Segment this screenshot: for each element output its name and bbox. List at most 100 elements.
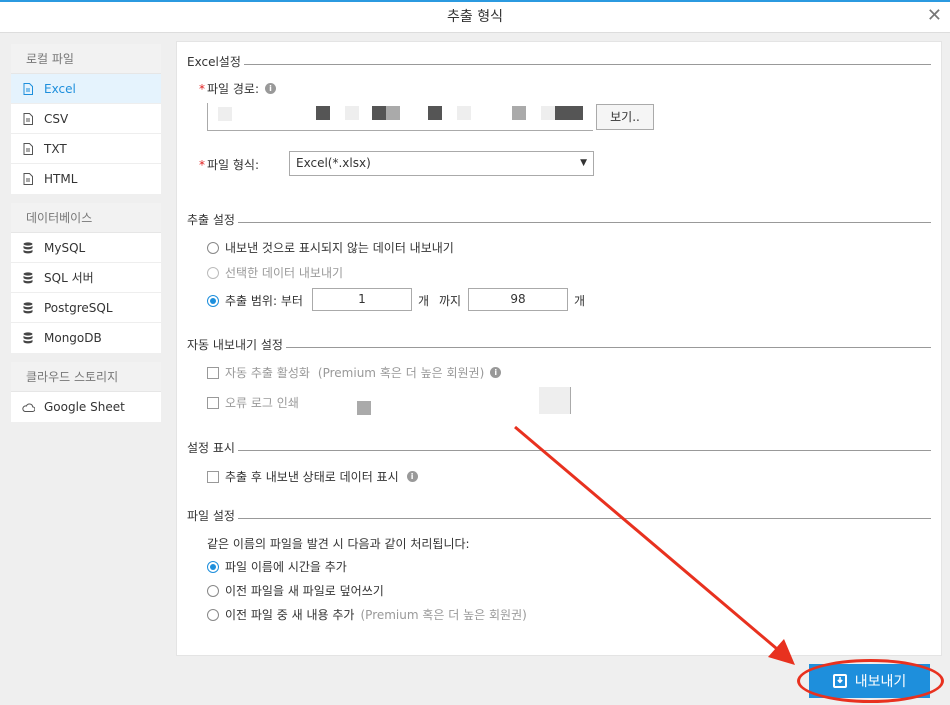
checkbox[interactable] <box>207 396 219 409</box>
range-to-input[interactable]: 98 <box>468 288 568 311</box>
export-label: 내보내기 <box>854 674 907 690</box>
sidebar-item-label: HTML <box>44 172 78 186</box>
redacted-path <box>316 106 330 120</box>
redacted-path <box>512 106 526 120</box>
sidebar-item-postgresql[interactable]: PostgreSQL <box>11 293 161 323</box>
sidebar-item-label: MySQL <box>44 240 86 255</box>
file-option-append[interactable]: 이전 파일 중 새 내용 추가 (Premium 혹은 더 높은 회원권) <box>207 606 527 623</box>
dialog-title: 추출 형식 <box>447 9 503 25</box>
section-title: 파일 설정 <box>187 508 235 523</box>
database-icon <box>21 331 35 345</box>
option-label: 파일 이름에 시간을 추가 <box>225 560 347 574</box>
export-button[interactable]: 내보내기 <box>809 664 930 698</box>
settings-panel: Excel설정 * 파일 경로: i 보기.. * 파일 형식: Excel(*… <box>176 41 942 656</box>
extract-option-unexported[interactable]: 내보낸 것으로 표시되지 않는 데이터 내보내기 <box>207 239 454 256</box>
sidebar-item-label: SQL 서버 <box>44 270 94 285</box>
browse-button[interactable]: 보기.. <box>596 104 654 130</box>
radio-button[interactable] <box>207 294 219 307</box>
option-label: 내보낸 것으로 표시되지 않는 데이터 내보내기 <box>225 241 454 255</box>
redacted-path <box>345 106 359 120</box>
section-title: 자동 내보내기 설정 <box>187 337 283 352</box>
sidebar-item-mysql[interactable]: MySQL <box>11 233 161 263</box>
file-format-select[interactable]: Excel(*.xlsx) ▼ <box>289 151 594 176</box>
database-icon <box>21 241 35 255</box>
file-icon <box>21 82 35 96</box>
divider <box>285 347 931 348</box>
sidebar-item-label: TXT <box>44 141 67 156</box>
export-icon <box>832 674 847 688</box>
radio-button[interactable] <box>207 560 219 573</box>
sidebar-item-label: CSV <box>44 111 69 126</box>
sidebar-item-label: Google Sheet <box>44 400 125 414</box>
file-format-label-row: * 파일 형식: <box>199 156 259 173</box>
info-icon[interactable]: i <box>406 471 418 482</box>
file-icon <box>21 142 35 156</box>
file-option-add-time[interactable]: 파일 이름에 시간을 추가 <box>207 558 347 575</box>
database-group: 데이터베이스 MySQL SQL 서버 PostgreSQL MongoDB <box>11 203 161 353</box>
premium-note: (Premium 혹은 더 높은 회원권) <box>317 366 485 380</box>
range-from-input[interactable]: 1 <box>312 288 412 311</box>
redacted-path <box>428 106 442 120</box>
divider <box>243 64 931 65</box>
sidebar-item-excel[interactable]: Excel <box>11 74 161 104</box>
group-title-local: 로컬 파일 <box>11 44 161 74</box>
premium-note: (Premium 혹은 더 높은 회원권) <box>360 608 527 622</box>
required-mark: * <box>199 81 205 96</box>
close-icon[interactable]: ✕ <box>927 4 942 28</box>
error-log-row[interactable]: 오류 로그 인쇄 <box>207 394 299 411</box>
sidebar-item-google-sheet[interactable]: Google Sheet <box>11 392 161 422</box>
dropdown-arrow-icon: ▼ <box>580 158 587 168</box>
radio-button[interactable] <box>207 266 219 279</box>
extract-option-range[interactable]: 추출 범위: 부터 <box>207 292 303 309</box>
database-icon <box>21 271 35 285</box>
show-status-row[interactable]: 추출 후 내보낸 상태로 데이터 표시 i <box>207 468 418 485</box>
extract-option-selected[interactable]: 선택한 데이터 내보내기 <box>207 264 343 281</box>
auto-export-enable-row[interactable]: 자동 추출 활성화 (Premium 혹은 더 높은 회원권) i <box>207 364 502 381</box>
sidebar-item-mongodb[interactable]: MongoDB <box>11 323 161 353</box>
checkbox[interactable] <box>207 366 219 379</box>
redacted-path <box>457 106 471 120</box>
range-unit: 개 <box>574 294 586 308</box>
checkbox-label: 오류 로그 인쇄 <box>225 396 299 410</box>
redacted-path <box>218 107 232 121</box>
range-unit: 개 <box>418 294 430 308</box>
redacted-path <box>541 106 555 120</box>
sidebar-item-txt[interactable]: TXT <box>11 134 161 164</box>
sidebar-item-label: Excel <box>44 81 76 96</box>
section-title: Excel설정 <box>187 54 241 69</box>
section-excel-settings: Excel설정 <box>187 54 931 69</box>
file-option-overwrite[interactable]: 이전 파일을 새 파일로 덮어쓰기 <box>207 582 384 599</box>
section-file-settings: 파일 설정 <box>187 508 931 523</box>
sidebar: 로컬 파일 Excel CSV TXT HTML 데이터베이스 MySQL SQ… <box>11 44 161 431</box>
cloud-group: 클라우드 스토리지 Google Sheet <box>11 362 161 422</box>
radio-button[interactable] <box>207 584 219 597</box>
sidebar-item-csv[interactable]: CSV <box>11 104 161 134</box>
range-until-label: 까지 <box>439 294 462 308</box>
section-title: 추출 설정 <box>187 212 235 227</box>
radio-button[interactable] <box>207 608 219 621</box>
file-path-field[interactable] <box>207 103 593 131</box>
redacted-block <box>539 387 571 414</box>
file-icon <box>21 112 35 126</box>
section-title: 설정 표시 <box>187 440 235 455</box>
file-icon <box>21 172 35 186</box>
radio-button[interactable] <box>207 241 219 254</box>
title-bar: 추출 형식 ✕ <box>0 2 950 33</box>
info-icon[interactable]: i <box>265 83 277 94</box>
option-label: 선택한 데이터 내보내기 <box>225 266 344 280</box>
file-settings-description: 같은 이름의 파일을 발견 시 다음과 같이 처리됩니다: <box>207 537 470 551</box>
database-icon <box>21 301 35 315</box>
redacted-path <box>555 106 583 120</box>
sidebar-item-html[interactable]: HTML <box>11 164 161 194</box>
section-extract-settings: 추출 설정 <box>187 212 931 227</box>
divider <box>237 518 931 519</box>
sidebar-item-label: PostgreSQL <box>44 300 113 315</box>
divider <box>237 450 931 451</box>
cloud-icon <box>21 400 35 414</box>
checkbox[interactable] <box>207 470 219 483</box>
file-format-value: Excel(*.xlsx) <box>296 156 371 170</box>
divider <box>237 222 931 223</box>
redacted-path <box>386 106 400 120</box>
info-icon[interactable]: i <box>490 367 502 378</box>
sidebar-item-sql-server[interactable]: SQL 서버 <box>11 263 161 293</box>
